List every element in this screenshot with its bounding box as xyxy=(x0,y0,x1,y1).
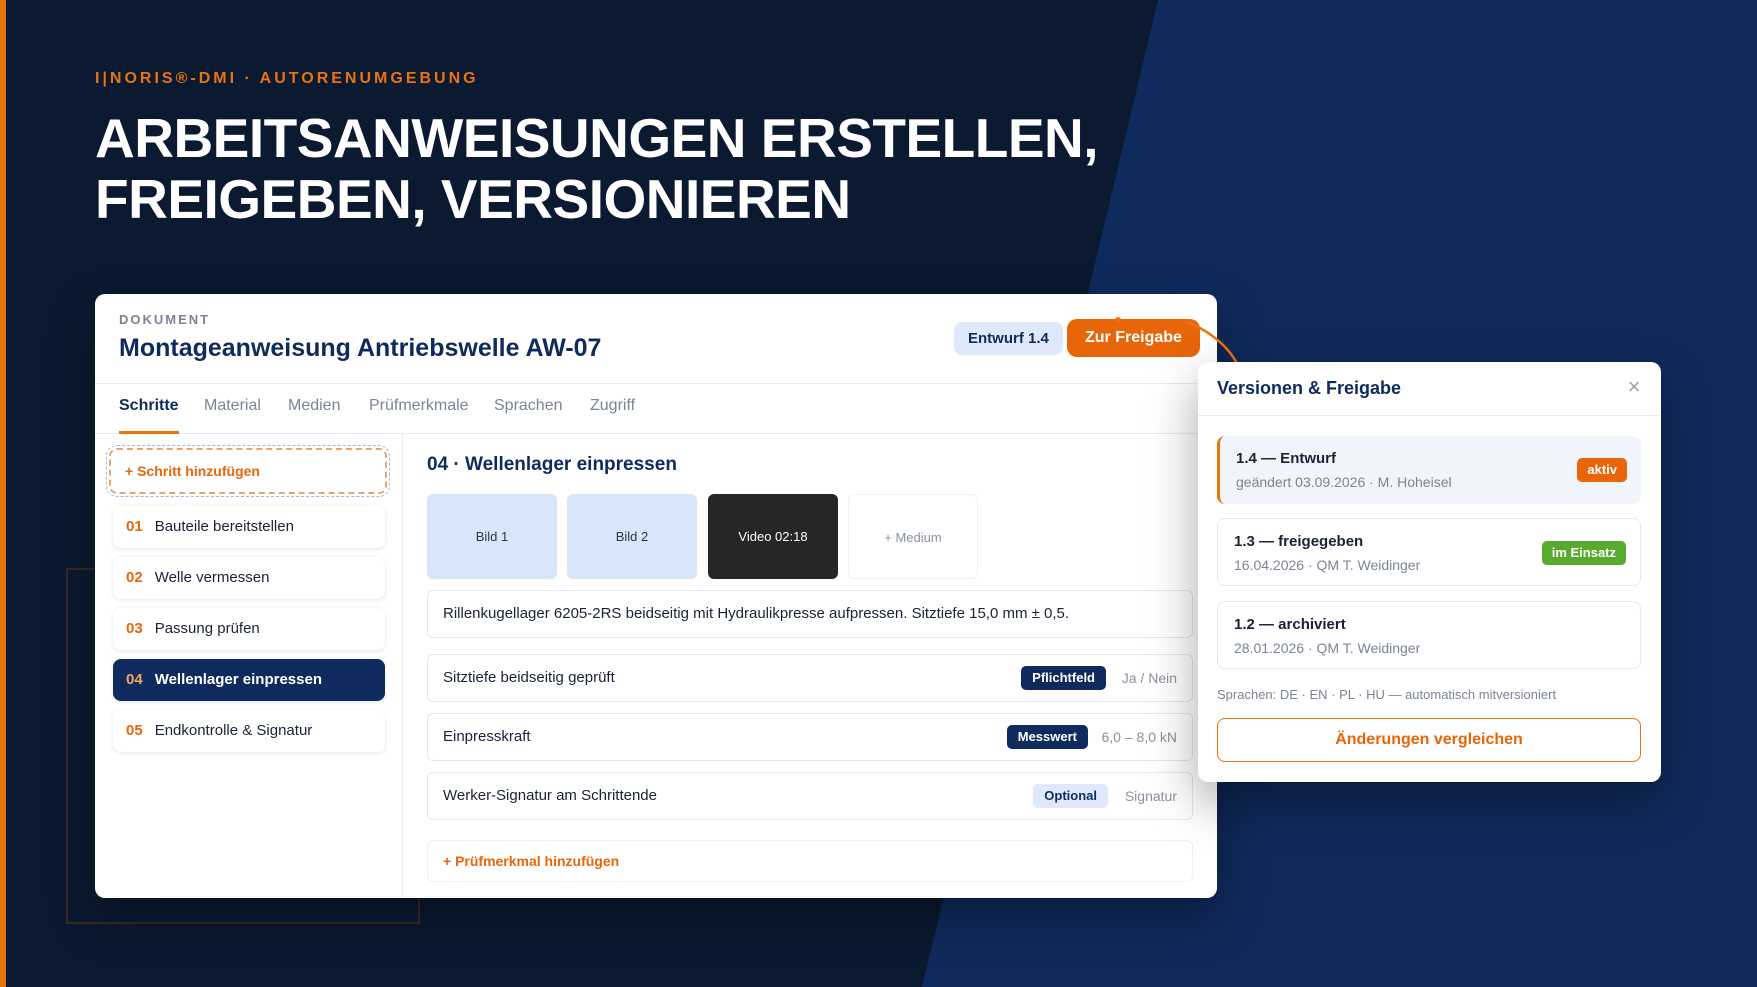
close-icon[interactable]: × xyxy=(1623,376,1645,398)
languages-note: Sprachen: DE · EN · PL · HU — automatisc… xyxy=(1217,687,1557,702)
version-meta: 16.04.2026 · QM T. Weidinger xyxy=(1234,557,1421,573)
connector-dot xyxy=(1115,317,1121,323)
versions-panel-title: Versionen & Freigabe xyxy=(1217,378,1402,398)
version-item-current[interactable]: 1.4 — Entwurf geändert 03.09.2026 · M. H… xyxy=(1217,436,1641,504)
version-title: 1.3 — freigegeben xyxy=(1234,533,1364,550)
version-meta: 28.01.2026 · QM T. Weidinger xyxy=(1234,640,1421,656)
version-title: 1.4 — Entwurf xyxy=(1236,450,1337,467)
versions-panel: Versionen & Freigabe × 1.4 — Entwurf geä… xyxy=(1198,362,1661,782)
version-item[interactable]: 1.3 — freigegeben 16.04.2026 · QM T. Wei… xyxy=(1217,518,1641,586)
version-meta: geändert 03.09.2026 · M. Hoheisel xyxy=(1236,474,1452,490)
compare-changes-button[interactable]: Änderungen vergleichen xyxy=(1217,718,1641,762)
version-item[interactable]: 1.2 — archiviert 28.01.2026 · QM T. Weid… xyxy=(1217,601,1641,669)
versions-panel-header: Versionen & Freigabe × xyxy=(1198,362,1661,416)
in-use-badge: im Einsatz xyxy=(1541,541,1626,565)
active-badge: aktiv xyxy=(1577,458,1627,482)
version-title: 1.2 — archiviert xyxy=(1234,616,1346,633)
